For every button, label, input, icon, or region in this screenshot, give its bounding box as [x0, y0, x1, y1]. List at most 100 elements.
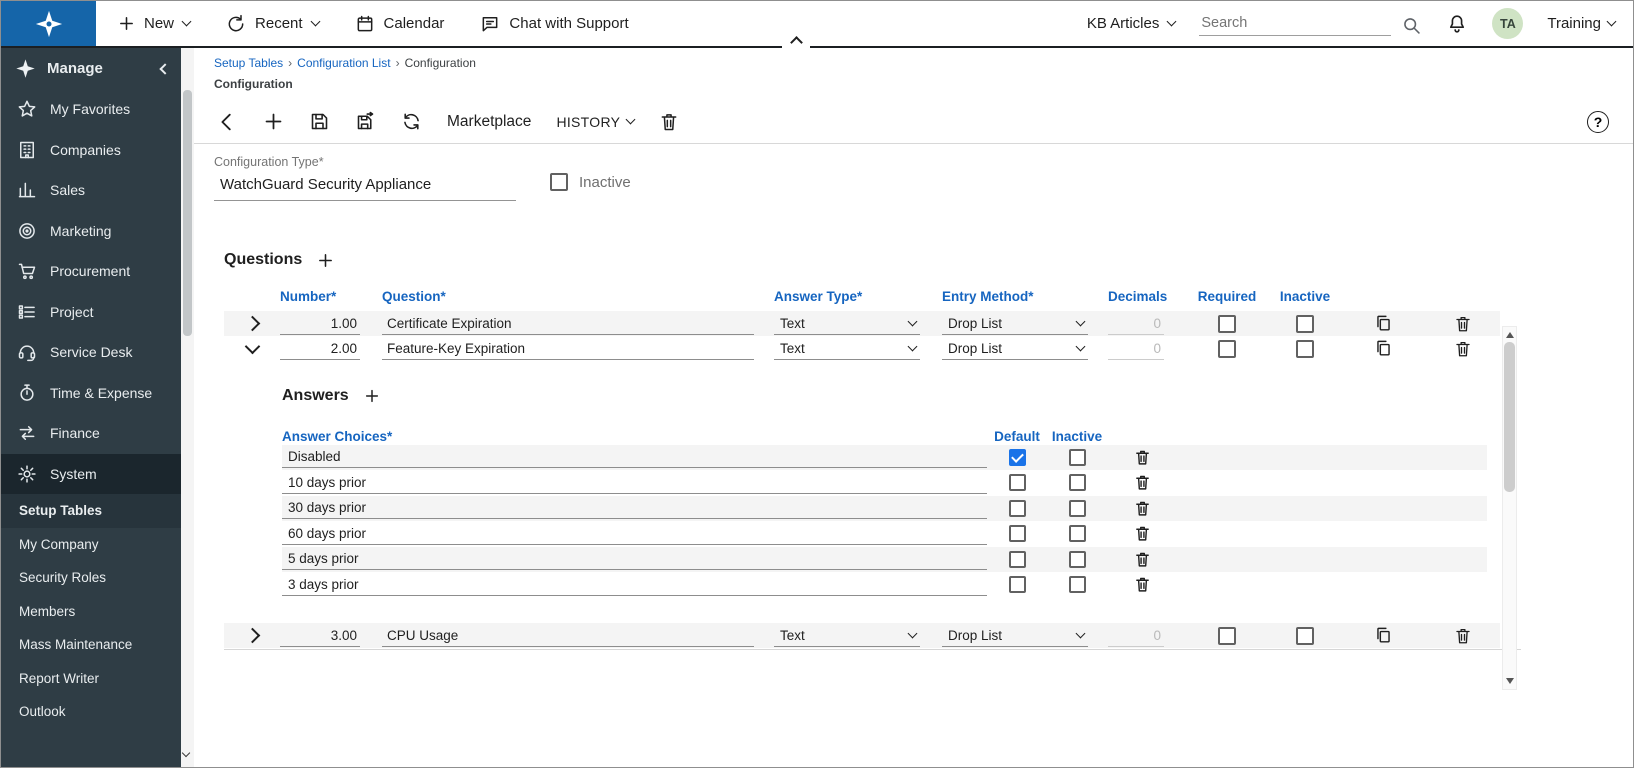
inactive-checkbox[interactable]	[1069, 449, 1086, 466]
answer-choice-field[interactable]: 30 days prior	[282, 497, 987, 519]
sidebar-subitem-report-writer[interactable]: Report Writer	[1, 662, 181, 696]
default-checkbox[interactable]	[1009, 500, 1026, 517]
delete-answer-button[interactable]	[1134, 551, 1151, 568]
inactive-checkbox[interactable]	[1296, 627, 1314, 645]
sidebar-scrollbar[interactable]	[181, 48, 194, 767]
answer-choice-field[interactable]: 5 days prior	[282, 548, 987, 570]
delete-question-button[interactable]	[1454, 627, 1472, 645]
sidebar-subitem-security-roles[interactable]: Security Roles	[1, 561, 181, 595]
inactive-checkbox[interactable]	[1069, 576, 1086, 593]
sidebar-item-companies[interactable]: Companies	[1, 130, 181, 171]
entry-method-select[interactable]: Drop List	[942, 313, 1088, 335]
required-checkbox[interactable]	[1218, 340, 1236, 358]
search-icon[interactable]	[1401, 15, 1422, 36]
question-number-field[interactable]: 2.00	[280, 338, 360, 360]
collapse-row-button[interactable]	[240, 337, 264, 361]
save-and-close-button[interactable]	[355, 111, 376, 132]
required-checkbox[interactable]	[1218, 315, 1236, 333]
answer-choice-field[interactable]: 60 days prior	[282, 523, 987, 545]
sidebar-subitem-setup-tables[interactable]: Setup Tables	[1, 494, 181, 528]
questions-scrollbar[interactable]	[1502, 326, 1517, 690]
sidebar-item-finance[interactable]: Finance	[1, 413, 181, 454]
collapse-header-button[interactable]	[782, 32, 810, 48]
answer-choice-field[interactable]: Disabled	[282, 446, 987, 468]
delete-question-button[interactable]	[1454, 315, 1472, 333]
default-checkbox[interactable]	[1009, 474, 1026, 491]
delete-question-button[interactable]	[1454, 340, 1472, 358]
question-number-field[interactable]: 3.00	[280, 625, 360, 647]
answer-choice-field[interactable]: 10 days prior	[282, 472, 987, 494]
search-input[interactable]	[1199, 11, 1391, 36]
copy-question-button[interactable]	[1374, 339, 1393, 358]
inactive-checkbox[interactable]	[550, 173, 568, 191]
sidebar-scrollbar-thumb[interactable]	[183, 90, 192, 336]
breadcrumb-setup-tables[interactable]: Setup Tables	[214, 56, 283, 70]
sidebar-item-project[interactable]: Project	[1, 292, 181, 333]
answer-choice-field[interactable]: 3 days prior	[282, 574, 987, 596]
sidebar-item-system[interactable]: System	[1, 454, 181, 495]
inactive-checkbox[interactable]	[1296, 340, 1314, 358]
expand-row-button[interactable]	[240, 312, 264, 336]
copy-question-button[interactable]	[1374, 314, 1393, 333]
default-checkbox[interactable]	[1009, 576, 1026, 593]
chat-support-button[interactable]: Chat with Support	[480, 14, 628, 34]
sidebar-item-time-expense[interactable]: Time & Expense	[1, 373, 181, 414]
sidebar-item-service-desk[interactable]: Service Desk	[1, 332, 181, 373]
sidebar-item-marketing[interactable]: Marketing	[1, 211, 181, 252]
delete-record-button[interactable]	[659, 112, 679, 132]
default-checkbox[interactable]	[1009, 551, 1026, 568]
sidebar-subitem-outlook[interactable]: Outlook	[1, 695, 181, 729]
delete-answer-button[interactable]	[1134, 474, 1151, 491]
question-text-field[interactable]: CPU Usage	[382, 625, 754, 647]
entry-method-select[interactable]: Drop List	[942, 625, 1088, 647]
sidebar-header[interactable]: Manage	[1, 48, 181, 89]
copy-question-button[interactable]	[1374, 626, 1393, 645]
sidebar-item-procurement[interactable]: Procurement	[1, 251, 181, 292]
notifications-bell-icon[interactable]	[1446, 13, 1468, 35]
default-checkbox[interactable]	[1009, 449, 1026, 466]
recent-menu-button[interactable]: Recent	[226, 14, 319, 34]
answer-type-select[interactable]: Text	[774, 313, 920, 335]
default-checkbox[interactable]	[1009, 525, 1026, 542]
sidebar-item-my-favorites[interactable]: My Favorites	[1, 89, 181, 130]
inactive-checkbox[interactable]	[1296, 315, 1314, 333]
sidebar-scroll-down-icon[interactable]	[183, 743, 189, 761]
scroll-down-icon[interactable]	[1506, 678, 1514, 684]
answer-type-select[interactable]: Text	[774, 338, 920, 360]
app-logo[interactable]	[1, 1, 96, 46]
entry-method-select[interactable]: Drop List	[942, 338, 1088, 360]
question-text-field[interactable]: Feature-Key Expiration	[382, 338, 754, 360]
delete-answer-button[interactable]	[1134, 449, 1151, 466]
account-menu-button[interactable]: Training	[1547, 15, 1615, 32]
help-button[interactable]	[1587, 111, 1609, 133]
marketplace-button[interactable]: Marketplace	[447, 113, 531, 131]
sidebar-subitem-my-company[interactable]: My Company	[1, 528, 181, 562]
answer-type-select[interactable]: Text	[774, 625, 920, 647]
sidebar-subitem-members[interactable]: Members	[1, 595, 181, 629]
breadcrumb-configuration-list[interactable]: Configuration List	[297, 56, 390, 70]
question-number-field[interactable]: 1.00	[280, 313, 360, 335]
expand-row-button[interactable]	[240, 624, 264, 648]
sidebar-subitem-mass-maintenance[interactable]: Mass Maintenance	[1, 628, 181, 662]
add-answer-button[interactable]	[364, 388, 380, 404]
calendar-button[interactable]: Calendar	[355, 14, 445, 34]
inactive-checkbox[interactable]	[1069, 500, 1086, 517]
history-dropdown-button[interactable]: HISTORY	[556, 114, 634, 130]
refresh-button[interactable]	[401, 111, 422, 132]
configuration-type-input[interactable]: WatchGuard Security Appliance	[214, 176, 516, 201]
inactive-checkbox[interactable]	[1069, 551, 1086, 568]
add-question-button[interactable]	[317, 252, 334, 269]
sidebar-collapse-icon[interactable]	[159, 63, 170, 74]
delete-answer-button[interactable]	[1134, 576, 1151, 593]
delete-answer-button[interactable]	[1134, 500, 1151, 517]
sidebar-item-sales[interactable]: Sales	[1, 170, 181, 211]
required-checkbox[interactable]	[1218, 627, 1236, 645]
scrollbar-thumb[interactable]	[1504, 342, 1515, 492]
user-avatar[interactable]: TA	[1492, 8, 1523, 39]
back-button[interactable]	[216, 111, 238, 133]
question-text-field[interactable]: Certificate Expiration	[382, 313, 754, 335]
save-button[interactable]	[309, 111, 330, 132]
inactive-checkbox[interactable]	[1069, 525, 1086, 542]
kb-articles-button[interactable]: KB Articles	[1087, 15, 1176, 32]
inactive-checkbox[interactable]	[1069, 474, 1086, 491]
